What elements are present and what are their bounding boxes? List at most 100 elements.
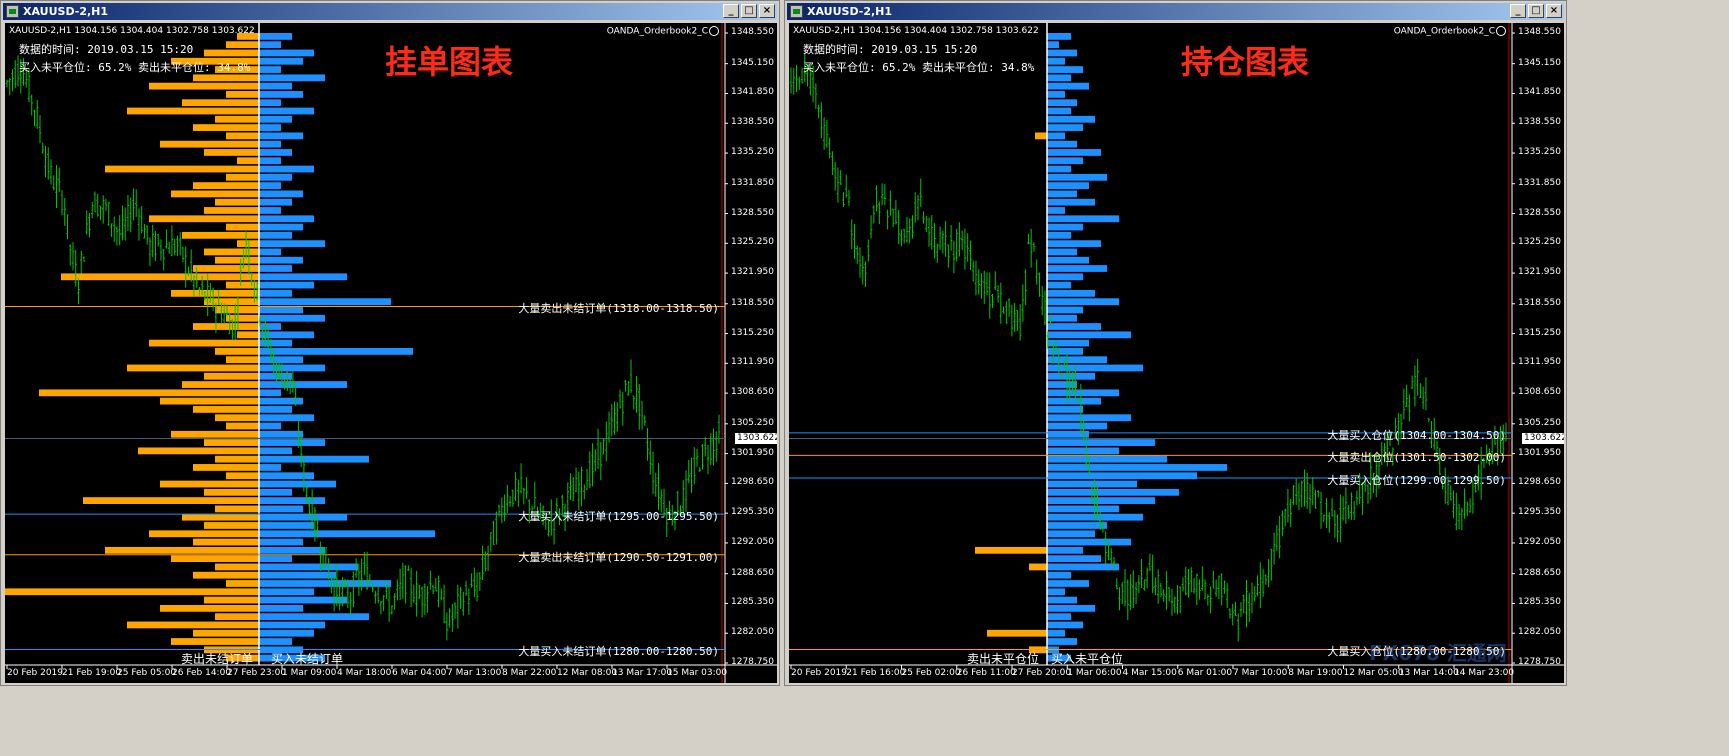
- chart-window-2[interactable]: XAUUSD-2,H1 _ □ × XAUUSD-2,H1 1304.156 130…: [784, 0, 1567, 686]
- buy-bar: [1047, 231, 1071, 239]
- level-label: 大量买入仓位(1304.00-1304.50): [1327, 428, 1506, 442]
- buy-bar: [259, 82, 292, 90]
- buy-bar: [1047, 414, 1131, 422]
- buy-bar: [259, 107, 314, 115]
- buy-bar: [259, 132, 303, 140]
- sell-bar: [182, 99, 259, 107]
- buy-bar: [259, 439, 325, 446]
- buy-bar: [259, 91, 303, 98]
- buy-bar: [1047, 57, 1065, 65]
- buy-bar: [1047, 439, 1155, 446]
- x-tick-label: 6 Mar 04:00: [392, 668, 447, 678]
- level-label: 大量卖出未结订单(1318.00-1318.50): [518, 302, 719, 316]
- buy-bar: [259, 604, 303, 612]
- current-price-label: 1303.622: [1522, 433, 1564, 444]
- sell-bar: [226, 580, 259, 587]
- window-titlebar[interactable]: XAUUSD-2,H1 _ □ ×: [787, 3, 1564, 20]
- sell-bar: [105, 546, 259, 554]
- y-tick-label: 1325.250: [1518, 237, 1561, 248]
- buy-bar: [1047, 49, 1077, 57]
- buy-bar: [1047, 580, 1089, 587]
- buy-bar: [259, 397, 303, 405]
- buy-bar: [259, 538, 303, 546]
- x-tick-label: 4 Mar 18:00: [337, 668, 392, 678]
- y-tick-label: 1292.050: [1518, 536, 1561, 547]
- close-button[interactable]: ×: [759, 4, 775, 18]
- buy-bar: [259, 140, 281, 148]
- chart-canvas[interactable]: XAUUSD-2,H1 1304.156 1304.404 1302.758 1…: [789, 23, 1564, 683]
- y-tick-label: 1301.950: [731, 447, 774, 458]
- sell-bar: [237, 157, 259, 165]
- x-tick-label: 6 Mar 01:00: [1177, 668, 1233, 678]
- sell-bar: [226, 472, 259, 480]
- sell-bar: [182, 381, 259, 388]
- sell-bar: [193, 406, 259, 413]
- buy-bar: [1047, 406, 1083, 413]
- ohlc-readout: XAUUSD-2,H1 1304.156 1304.404 1302.758 1…: [9, 26, 255, 36]
- close-button[interactable]: ×: [1546, 4, 1562, 18]
- buy-bar: [1047, 555, 1101, 563]
- x-tick-label: 27 Feb 20:00: [1012, 668, 1072, 678]
- sell-bar: [1035, 132, 1047, 140]
- y-tick-label: 1288.650: [731, 567, 774, 578]
- buy-bar: [1047, 173, 1107, 181]
- level-label: 大量买入未结订单(1280.00-1280.50): [518, 645, 719, 659]
- chart-window-1[interactable]: XAUUSD-2,H1 _ □ × XAUUSD-2,H1 1304.156 130…: [0, 0, 780, 686]
- buy-bar: [1047, 190, 1077, 198]
- y-tick-label: 1318.550: [1518, 297, 1561, 308]
- sell-bar: [193, 74, 259, 82]
- x-tick-label: 7 Mar 10:00: [1233, 668, 1288, 678]
- sell-bar: [237, 240, 259, 248]
- sell-bar: [215, 414, 259, 422]
- buy-bar: [1047, 281, 1071, 289]
- sell-bar: [182, 513, 259, 521]
- buy-bar: [1047, 107, 1071, 115]
- buy-bar: [259, 472, 314, 480]
- buy-bar: [259, 314, 325, 322]
- maximize-button[interactable]: □: [741, 4, 757, 18]
- buy-bar: [1047, 182, 1089, 189]
- buy-bar: [259, 422, 281, 430]
- chart-canvas[interactable]: XAUUSD-2,H1 1304.156 1304.404 1302.758 1…: [5, 23, 777, 683]
- buy-bar: [1047, 621, 1083, 629]
- buy-bar: [1047, 422, 1107, 430]
- buy-bar: [1047, 447, 1119, 455]
- window-titlebar[interactable]: XAUUSD-2,H1 _ □ ×: [3, 3, 777, 20]
- buy-bar: [259, 41, 281, 49]
- sell-bar: [149, 339, 259, 347]
- buy-bar: [1047, 397, 1101, 405]
- buy-bar: [1047, 91, 1065, 98]
- maximize-button[interactable]: □: [1528, 4, 1544, 18]
- sell-bar: [5, 588, 259, 596]
- buy-bar: [1047, 165, 1071, 173]
- buy-bar: [259, 49, 314, 57]
- buy-bar: [259, 66, 281, 73]
- y-tick-label: 1285.350: [731, 597, 774, 608]
- sell-bar: [215, 348, 259, 355]
- sell-bar: [127, 621, 259, 629]
- y-tick-label: 1282.050: [1518, 627, 1561, 638]
- level-label: 大量买入仓位(1299.00-1299.50): [1327, 473, 1506, 487]
- buy-bar: [259, 124, 281, 131]
- sell-bar: [182, 231, 259, 239]
- y-tick-label: 1345.150: [731, 57, 774, 68]
- window-title: XAUUSD-2,H1: [807, 5, 893, 18]
- x-tick-label: 8 Mar 22:00: [502, 668, 557, 678]
- sell-bar: [226, 132, 259, 140]
- minimize-button[interactable]: _: [1510, 4, 1526, 18]
- buy-bar: [259, 480, 336, 488]
- buy-bar: [259, 190, 303, 198]
- y-tick-label: 1298.650: [1518, 477, 1561, 488]
- position-ratio: 买入未平仓位: 65.2% 卖出未平仓位: 34.8%: [19, 61, 251, 74]
- y-tick-label: 1311.950: [731, 357, 774, 368]
- window-title: XAUUSD-2,H1: [23, 5, 109, 18]
- smiley-icon: [709, 26, 719, 36]
- y-tick-label: 1315.250: [1518, 327, 1561, 338]
- minimize-button[interactable]: _: [723, 4, 739, 18]
- buy-bar: [1047, 497, 1155, 504]
- sell-bar: [204, 439, 259, 446]
- buy-bar: [1047, 33, 1071, 40]
- buy-bar: [259, 621, 325, 629]
- sell-bar: [215, 505, 259, 513]
- data-time: 数据的时间: 2019.03.15 15:20: [803, 43, 978, 56]
